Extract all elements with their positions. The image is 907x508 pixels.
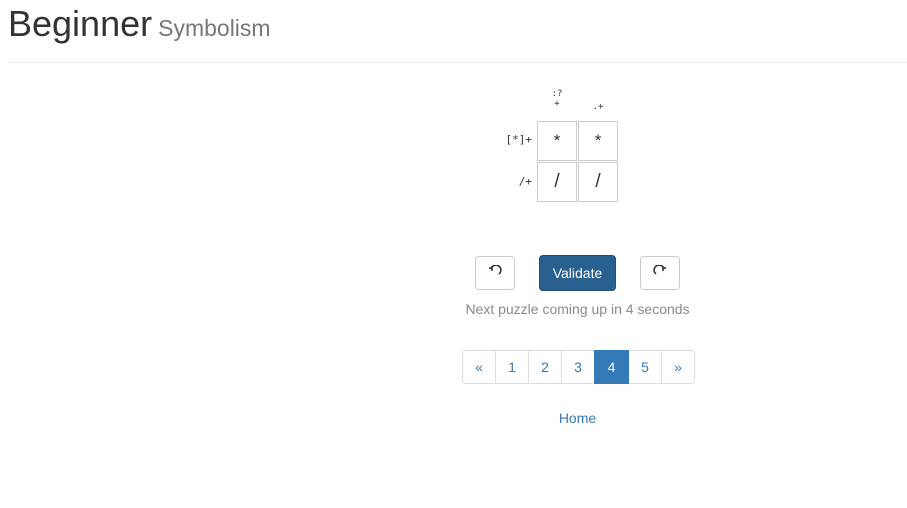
page-header: Beginner Symbolism	[8, 0, 907, 63]
grid-cell-r2c1[interactable]: /	[537, 162, 577, 202]
pagination-page-2[interactable]: 2	[528, 350, 562, 384]
column-clue-1-line-b: +	[554, 99, 560, 109]
status-message: Next puzzle coming up in 4 seconds	[465, 301, 690, 317]
grid-cell-r1c1[interactable]: *	[537, 121, 577, 161]
validate-button[interactable]: Validate	[539, 255, 616, 291]
undo-arrow-icon	[489, 265, 502, 275]
grid-cell-r2c2[interactable]: /	[578, 162, 618, 202]
redo-arrow-icon	[653, 265, 666, 275]
pagination: « 1 2 3 4 5 »	[462, 350, 695, 384]
pagination-page-1[interactable]: 1	[495, 350, 529, 384]
pagination-next[interactable]: »	[661, 350, 695, 384]
column-clue-1: :? +	[547, 89, 567, 109]
redo-button[interactable]	[640, 256, 680, 290]
column-clue-2-line: .+	[592, 102, 604, 112]
row-clue-2: /+	[518, 175, 532, 188]
undo-button[interactable]	[475, 256, 515, 290]
pagination-page-3[interactable]: 3	[561, 350, 595, 384]
column-clue-1-line-a: :?	[551, 89, 563, 99]
home-link[interactable]: Home	[540, 410, 615, 426]
row-clue-1: [*]+	[505, 133, 533, 146]
page-title-text: Beginner	[8, 3, 153, 44]
column-clue-2: .+	[588, 102, 608, 112]
grid-cell-r1c2[interactable]: *	[578, 121, 618, 161]
pagination-page-4[interactable]: 4	[594, 350, 629, 384]
page-title: Beginner Symbolism	[8, 2, 271, 50]
pagination-page-5[interactable]: 5	[628, 350, 662, 384]
pagination-prev[interactable]: «	[462, 350, 496, 384]
page-subtitle: Symbolism	[158, 15, 271, 41]
